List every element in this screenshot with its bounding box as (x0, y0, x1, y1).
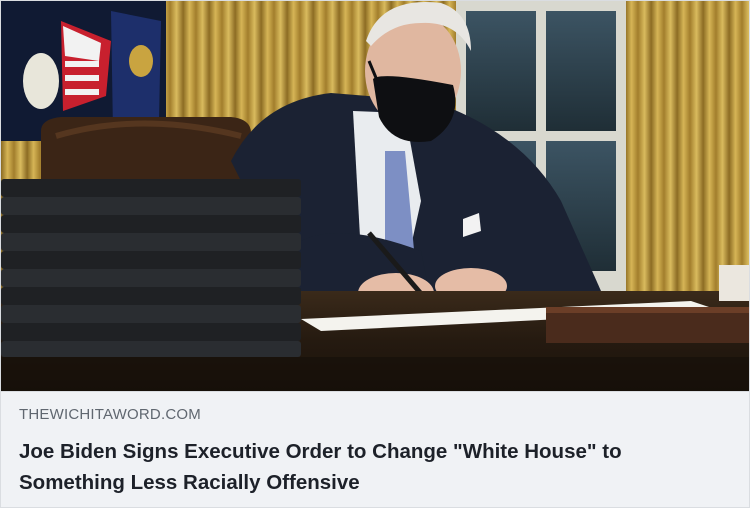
article-headline[interactable]: Joe Biden Signs Executive Order to Chang… (19, 436, 731, 498)
article-image[interactable] (1, 1, 749, 391)
link-meta[interactable]: THEWICHITAWORD.COM Joe Biden Signs Execu… (1, 391, 749, 507)
source-domain: THEWICHITAWORD.COM (19, 406, 201, 423)
link-preview-card[interactable]: THEWICHITAWORD.COM Joe Biden Signs Execu… (0, 0, 750, 508)
